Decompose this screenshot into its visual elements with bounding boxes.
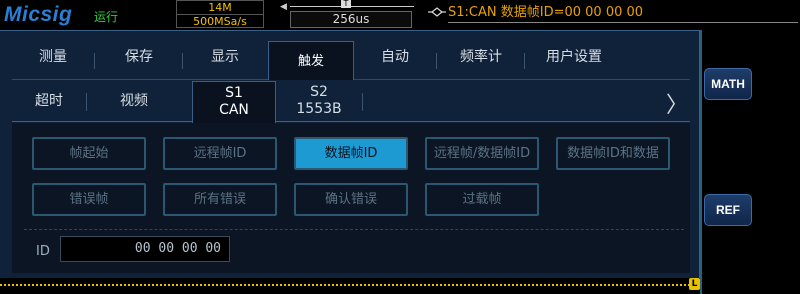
trigger-type-tabs: 超时 视频 S1 CAN S2 1553B 〉 <box>12 81 690 123</box>
right-edge-bar <box>700 30 702 294</box>
option-remote-data-frame-id[interactable]: 远程帧/数据帧ID <box>425 137 539 170</box>
timebase-value: 256us <box>290 11 412 28</box>
option-error-frame[interactable]: 错误帧 <box>32 183 146 216</box>
tab-s2-1553b-line1: S2 <box>310 84 328 100</box>
tab-frequency-counter[interactable]: 频率计 <box>438 41 524 75</box>
id-input[interactable]: 00 00 00 00 <box>60 236 230 262</box>
ref-button[interactable]: REF <box>704 194 752 226</box>
tab-trigger[interactable]: 触发 <box>268 41 354 80</box>
trigger-position-marker[interactable]: T <box>341 0 351 8</box>
can-trigger-options: 帧起始 远程帧ID 数据帧ID 远程帧/数据帧ID 数据帧ID和数据 错误帧 所… <box>12 123 690 273</box>
tab-s1-can-line1: S1 <box>225 85 243 101</box>
id-label: ID <box>36 244 50 259</box>
memory-depth: 14M <box>177 1 263 15</box>
tab-user-settings[interactable]: 用户设置 <box>526 41 622 75</box>
option-all-errors[interactable]: 所有错误 <box>163 183 277 216</box>
tab-timeout[interactable]: 超时 <box>12 81 86 121</box>
option-ack-error[interactable]: 确认错误 <box>294 183 408 216</box>
tab-s2-1553b[interactable]: S2 1553B <box>276 81 362 121</box>
sample-rate: 500MSa/s <box>193 15 247 28</box>
tab-display[interactable]: 显示 <box>184 41 266 75</box>
timebase-track <box>290 6 414 7</box>
tab-s2-1553b-line2: 1553B <box>296 101 342 117</box>
trigger-settings-panel: 测量 保存 显示 触发 自动 频率计 用户设置 超时 视频 S1 CAN S2 … <box>0 30 700 278</box>
brand-logo: Micsig <box>4 3 73 26</box>
run-state[interactable]: 运行 <box>94 8 118 25</box>
tab-video[interactable]: 视频 <box>88 81 180 121</box>
waveform-area: L <box>0 278 700 294</box>
acquisition-info[interactable]: 14M 500MSa/s <box>176 0 264 28</box>
tab-measure[interactable]: 测量 <box>12 41 94 75</box>
options-divider <box>24 229 684 230</box>
option-frame-start[interactable]: 帧起始 <box>32 137 146 170</box>
tab-auto[interactable]: 自动 <box>354 41 436 75</box>
main-menu-tabs: 测量 保存 显示 触发 自动 频率计 用户设置 <box>12 41 690 80</box>
timebase-indicator[interactable]: ◀ T 256us <box>276 0 416 30</box>
option-remote-frame-id[interactable]: 远程帧ID <box>163 137 277 170</box>
math-button[interactable]: MATH <box>704 68 752 100</box>
option-data-frame-id-and-data[interactable]: 数据帧ID和数据 <box>556 137 670 170</box>
tab-s1-can-line2: CAN <box>219 102 249 118</box>
trigger-readout-text: S1:CAN 数据帧ID=00 00 00 00 <box>448 4 798 23</box>
level-marker-icon[interactable]: L <box>689 278 700 290</box>
tab-save[interactable]: 保存 <box>96 41 182 75</box>
option-overload-frame[interactable]: 过载帧 <box>425 183 539 216</box>
option-data-frame-id[interactable]: 数据帧ID <box>294 137 408 170</box>
trigger-diamond-icon <box>428 7 446 17</box>
trigger-level-line[interactable] <box>0 284 690 286</box>
chevron-right-icon[interactable]: 〉 <box>666 87 688 119</box>
trigger-readout[interactable]: S1:CAN 数据帧ID=00 00 00 00 <box>428 4 800 23</box>
timebase-left-arrow-icon: ◀ <box>280 2 287 12</box>
status-bar: Micsig 运行 14M 500MSa/s ◀ T 256us S1:CAN … <box>0 0 800 30</box>
tab-s1-can[interactable]: S1 CAN <box>192 81 276 123</box>
